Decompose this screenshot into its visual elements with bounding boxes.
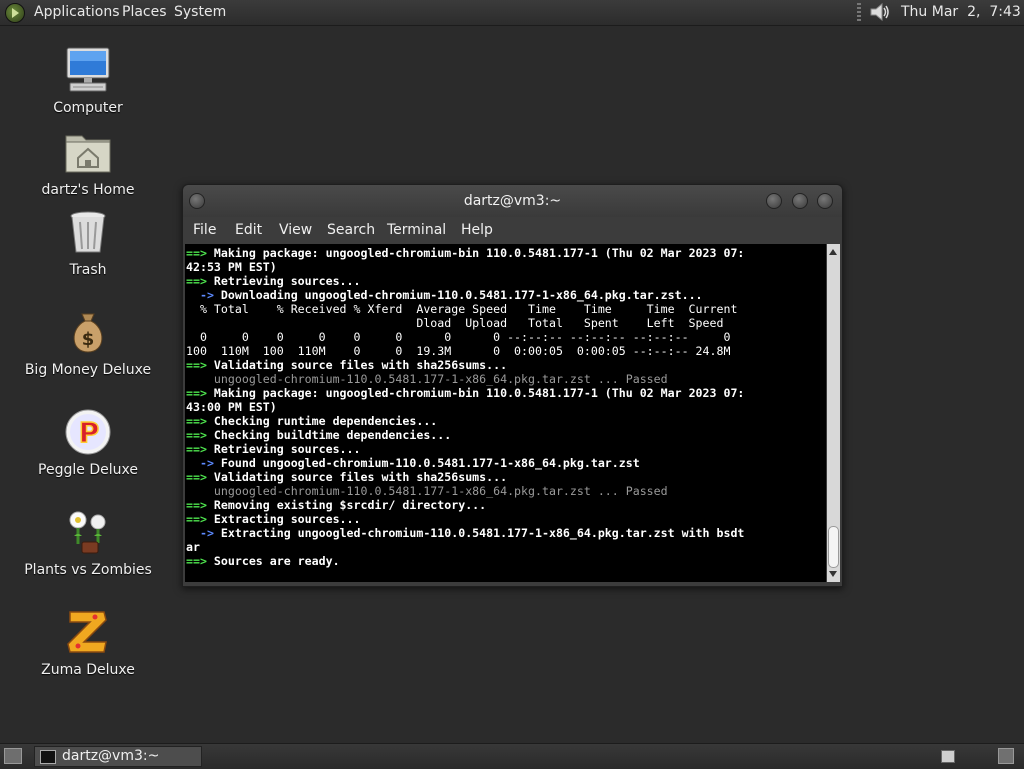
desktop-icon-plants-vs-zombies[interactable]: Plants vs Zombies bbox=[23, 508, 153, 578]
window-menu-button[interactable] bbox=[189, 193, 205, 209]
menu-search[interactable]: Search bbox=[327, 222, 375, 238]
scroll-up-arrow-icon[interactable] bbox=[829, 249, 837, 255]
desktop-icon-label: Peggle Deluxe bbox=[38, 462, 138, 478]
speaker-icon[interactable] bbox=[869, 2, 891, 22]
terminal-line: ==> Validating source files with sha256s… bbox=[186, 358, 508, 372]
terminal-line: ==> Checking runtime dependencies... bbox=[186, 414, 438, 428]
window-titlebar[interactable]: dartz@vm3:~ bbox=[183, 185, 842, 217]
terminal-line: ar bbox=[186, 540, 200, 554]
svg-text:P: P bbox=[79, 416, 100, 449]
menu-places[interactable]: Places bbox=[122, 4, 167, 20]
desktop-icon-label: Computer bbox=[53, 100, 123, 116]
minimize-button[interactable] bbox=[766, 193, 782, 209]
desktop-icon-computer[interactable]: Computer bbox=[23, 46, 153, 116]
desktop-icon-label: dartz's Home bbox=[41, 182, 135, 198]
terminal-line: 43:00 PM EST) bbox=[186, 400, 277, 414]
trash-icon bbox=[70, 211, 106, 253]
home-folder-icon bbox=[65, 135, 111, 173]
taskbar-button-terminal[interactable]: dartz@vm3:~ bbox=[34, 746, 202, 767]
terminal-line: -> Found ungoogled-chromium-110.0.5481.1… bbox=[186, 456, 640, 470]
terminal-output[interactable]: ==> Making package: ungoogled-chromium-b… bbox=[185, 244, 826, 582]
terminal-line: ==> Retrieving sources... bbox=[186, 442, 361, 456]
menu-view[interactable]: View bbox=[279, 222, 312, 238]
desktop-icon-peggle[interactable]: P Peggle Deluxe bbox=[23, 408, 153, 478]
show-desktop-icon[interactable] bbox=[4, 748, 22, 764]
top-panel: Applications Places System Thu Mar 2, 7:… bbox=[0, 0, 1024, 26]
terminal-line: -> Extracting ungoogled-chromium-110.0.5… bbox=[186, 526, 745, 540]
desktop-icon-home[interactable]: dartz's Home bbox=[23, 128, 153, 198]
bottom-panel: dartz@vm3:~ bbox=[0, 743, 1024, 769]
window-title: dartz@vm3:~ bbox=[463, 193, 562, 209]
terminal-line: 100 110M 100 110M 0 0 19.3M 0 0:00:05 0:… bbox=[186, 344, 731, 358]
terminal-line: ungoogled-chromium-110.0.5481.177-1-x86_… bbox=[186, 372, 668, 386]
terminal-window[interactable]: dartz@vm3:~ File Edit View Search Termin… bbox=[182, 184, 843, 587]
desktop-icon-zuma[interactable]: Zuma Deluxe bbox=[23, 608, 153, 678]
scroll-down-arrow-icon[interactable] bbox=[829, 571, 837, 577]
computer-icon bbox=[66, 47, 110, 92]
terminal-line: % Total % Received % Xferd Average Speed… bbox=[186, 302, 738, 316]
terminal-icon bbox=[40, 750, 56, 764]
menu-file[interactable]: File bbox=[193, 222, 216, 238]
terminal-line: -> Downloading ungoogled-chromium-110.0.… bbox=[186, 288, 703, 302]
desktop-icon-big-money[interactable]: $ Big Money Deluxe bbox=[23, 308, 153, 378]
terminal-line: 0 0 0 0 0 0 0 0 --:--:-- --:--:-- --:--:… bbox=[186, 330, 731, 344]
terminal-lines: ==> Making package: ungoogled-chromium-b… bbox=[185, 244, 826, 568]
menu-system[interactable]: System bbox=[174, 4, 226, 20]
scrollbar-thumb[interactable] bbox=[828, 526, 839, 568]
menu-applications[interactable]: Applications bbox=[34, 4, 120, 20]
menu-help[interactable]: Help bbox=[461, 222, 493, 238]
taskbar-button-label: dartz@vm3:~ bbox=[62, 748, 160, 764]
clock[interactable]: Thu Mar 2, 7:43 PM bbox=[901, 4, 1024, 20]
close-button[interactable] bbox=[817, 193, 833, 209]
maximize-button[interactable] bbox=[792, 193, 808, 209]
terminal-line: ungoogled-chromium-110.0.5481.177-1-x86_… bbox=[186, 484, 668, 498]
terminal-line: ==> Retrieving sources... bbox=[186, 274, 361, 288]
plants-vs-zombies-icon bbox=[69, 511, 106, 554]
zuma-icon bbox=[67, 611, 107, 653]
terminal-line: 42:53 PM EST) bbox=[186, 260, 277, 274]
money-bag-icon: $ bbox=[73, 313, 103, 353]
menu-edit[interactable]: Edit bbox=[235, 222, 262, 238]
desktop-icon-label: Trash bbox=[69, 262, 107, 278]
desktop-icon-label: Plants vs Zombies bbox=[24, 562, 152, 578]
terminal-line: ==> Extracting sources... bbox=[186, 512, 361, 526]
terminal-line: ==> Making package: ungoogled-chromium-b… bbox=[186, 386, 745, 400]
peggle-icon: P bbox=[65, 409, 111, 455]
terminal-line: ==> Removing existing $srcdir/ directory… bbox=[186, 498, 487, 512]
terminal-scrollbar[interactable] bbox=[827, 244, 840, 582]
trash-applet-icon[interactable] bbox=[998, 748, 1014, 764]
desktop-icon-trash[interactable]: Trash bbox=[23, 208, 153, 278]
panel-separator bbox=[857, 3, 861, 22]
svg-text:$: $ bbox=[82, 329, 95, 350]
workspace-switcher[interactable] bbox=[941, 750, 955, 763]
terminal-menubar: File Edit View Search Terminal Help bbox=[183, 217, 842, 243]
desktop-icon-label: Big Money Deluxe bbox=[24, 362, 152, 378]
terminal-line: Dload Upload Total Spent Left Speed bbox=[186, 316, 724, 330]
distro-logo-icon[interactable] bbox=[5, 3, 25, 23]
menu-terminal[interactable]: Terminal bbox=[387, 222, 446, 238]
terminal-line: ==> Validating source files with sha256s… bbox=[186, 470, 508, 484]
terminal-line: ==> Sources are ready. bbox=[186, 554, 340, 568]
terminal-line: ==> Checking buildtime dependencies... bbox=[186, 428, 452, 442]
desktop-icon-label: Zuma Deluxe bbox=[41, 662, 135, 678]
terminal-line: ==> Making package: ungoogled-chromium-b… bbox=[186, 246, 745, 260]
